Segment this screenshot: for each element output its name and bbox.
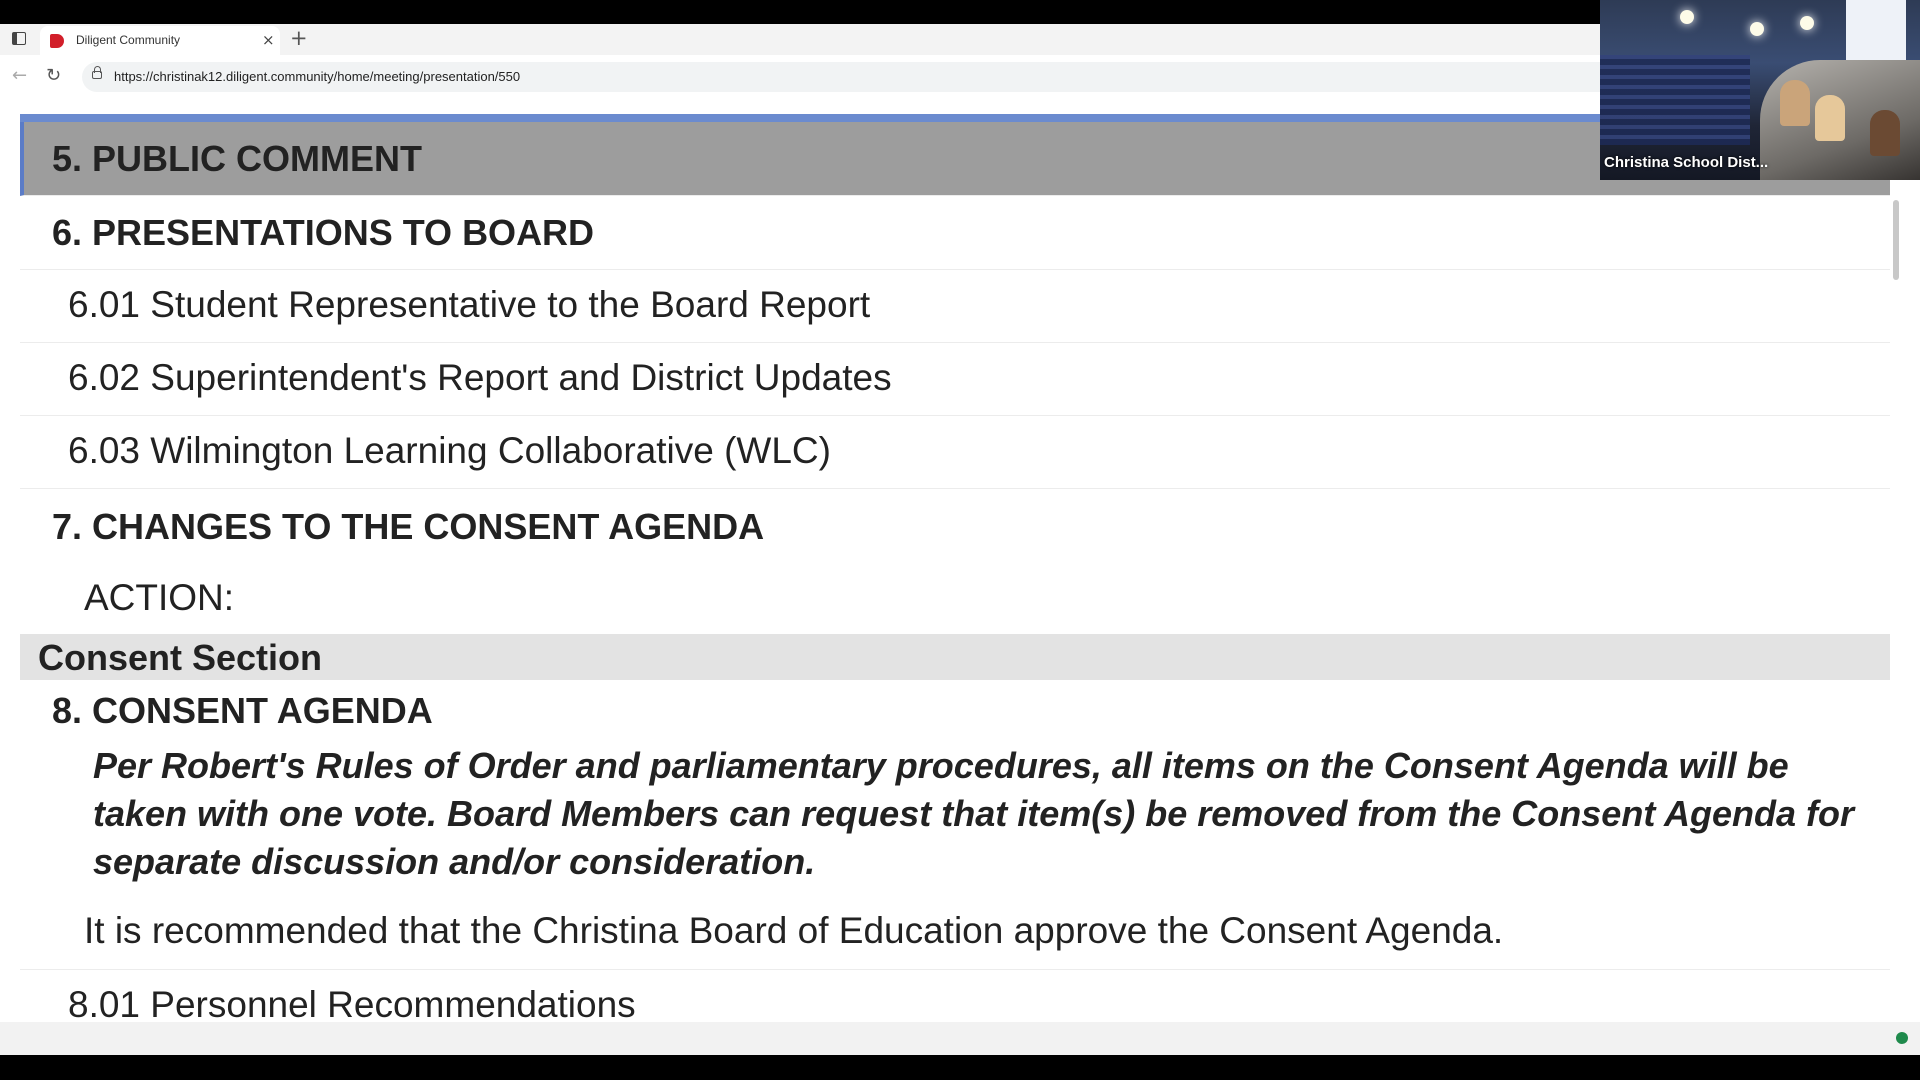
url-text: https://christinak12.diligent.community/…	[114, 69, 521, 84]
section-title: 7. CHANGES TO THE CONSENT AGENDA	[52, 506, 765, 547]
section-title: 8. CONSENT AGENDA	[52, 690, 433, 731]
board-member	[1815, 95, 1845, 141]
close-tab-icon[interactable]: ×	[262, 31, 275, 49]
consent-note: Per Robert's Rules of Order and parliame…	[93, 745, 1854, 882]
consent-section-header: Consent Section	[20, 634, 1890, 680]
projection-screen	[1846, 0, 1906, 60]
url-field[interactable]: https://christinak12.diligent.community/…	[82, 62, 1642, 92]
consent-recommendation: It is recommended that the Christina Boa…	[84, 910, 1504, 951]
auditorium-seats	[1600, 55, 1750, 145]
back-arrow-icon[interactable]: ←	[12, 65, 27, 87]
status-bar	[0, 1022, 1920, 1055]
agenda-content: 5. PUBLIC COMMENT 6. PRESENTATIONS TO BO…	[0, 100, 1920, 1022]
action-label: ACTION:	[84, 577, 235, 618]
page-scrollbar[interactable]	[1893, 200, 1899, 280]
diligent-favicon-icon	[50, 34, 64, 48]
board-member	[1780, 80, 1810, 126]
item-title: 6.02 Superintendent's Report and Distric…	[68, 357, 892, 398]
tab-actions-icon[interactable]	[12, 32, 26, 45]
board-member	[1870, 110, 1900, 156]
item-title: 8.01 Personnel Recommendations	[68, 984, 636, 1022]
lock-icon[interactable]	[92, 66, 102, 79]
status-indicator-icon	[1896, 1032, 1908, 1044]
browser-tab[interactable]: Diligent Community ×	[40, 26, 280, 55]
ceiling-light	[1750, 22, 1764, 36]
agenda-section-presentations[interactable]: 6. PRESENTATIONS TO BOARD	[20, 196, 1890, 270]
agenda-item-601[interactable]: 6.01 Student Representative to the Board…	[20, 270, 1890, 343]
section-title: 6. PRESENTATIONS TO BOARD	[52, 212, 595, 253]
new-tab-icon[interactable]: +	[290, 26, 308, 50]
tab-title: Diligent Community	[76, 33, 181, 47]
agenda-item-603[interactable]: 6.03 Wilmington Learning Collaborative (…	[20, 416, 1890, 489]
ceiling-light	[1680, 10, 1694, 24]
consent-section-title: Consent Section	[38, 637, 323, 678]
agenda-item-602[interactable]: 6.02 Superintendent's Report and Distric…	[20, 343, 1890, 416]
reload-icon[interactable]: ↻	[46, 65, 61, 87]
video-source-label: Christina School Dist...	[1604, 154, 1769, 171]
item-title: 6.03 Wilmington Learning Collaborative (…	[68, 430, 831, 471]
section-title: 5. PUBLIC COMMENT	[52, 138, 423, 179]
video-overlay[interactable]: Christina School Dist...	[1600, 0, 1920, 180]
ceiling-light	[1800, 16, 1814, 30]
screen-bottom-border	[0, 1055, 1920, 1080]
agenda-item-801[interactable]: 8.01 Personnel Recommendations	[20, 970, 1890, 1022]
item-title: 6.01 Student Representative to the Board…	[68, 284, 871, 325]
agenda-section-changes-consent[interactable]: 7. CHANGES TO THE CONSENT AGENDA ACTION:	[20, 489, 1890, 634]
